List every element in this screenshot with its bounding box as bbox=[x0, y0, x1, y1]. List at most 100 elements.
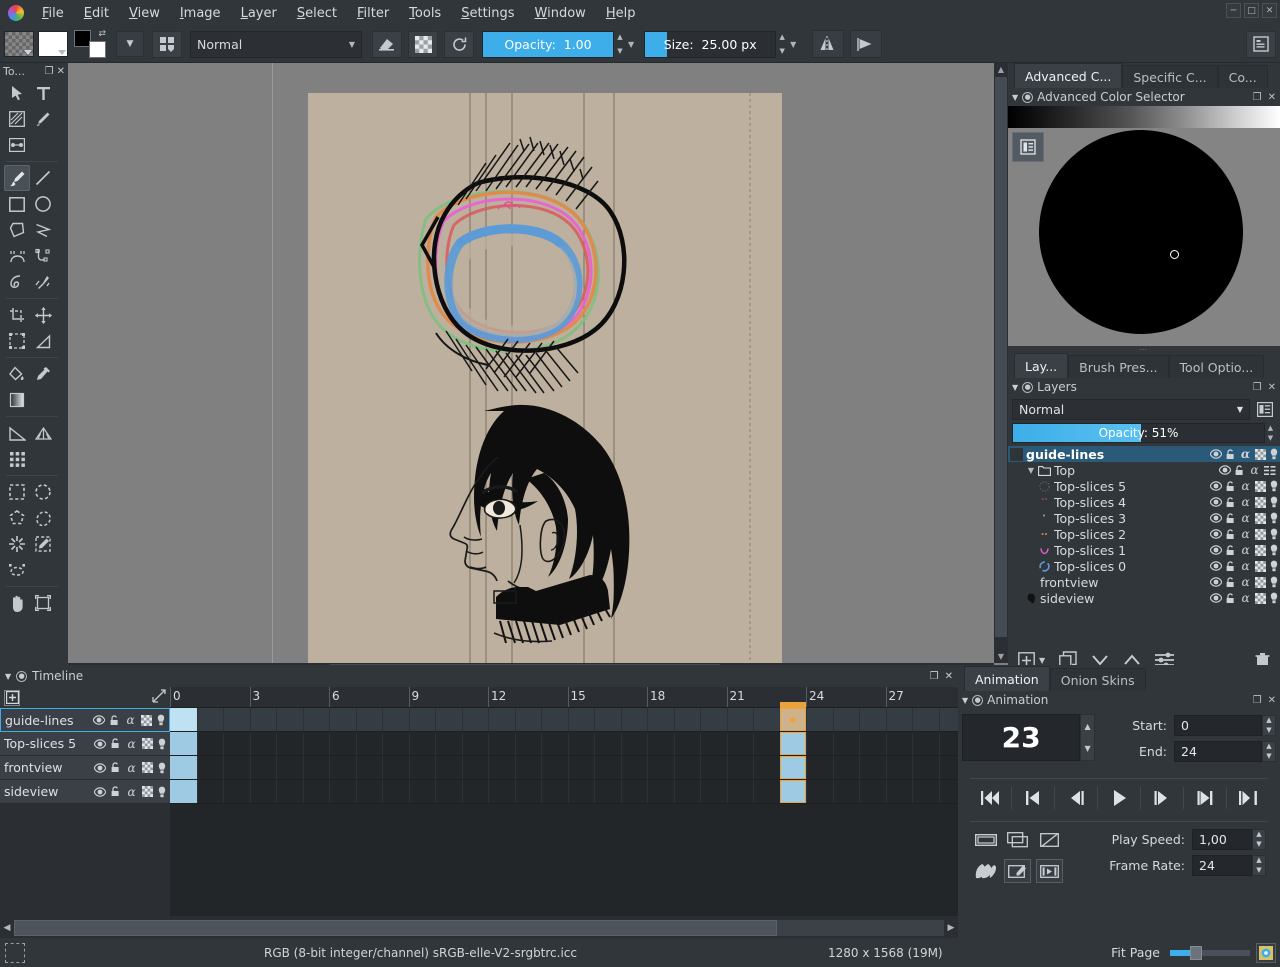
expand-triangle-icon[interactable]: ▼ bbox=[1024, 466, 1038, 475]
alpha-checkerboard-icon[interactable] bbox=[1254, 560, 1267, 573]
lock-icon[interactable] bbox=[1224, 496, 1237, 509]
visibility-eye-icon[interactable] bbox=[92, 714, 105, 727]
scroll-down-icon[interactable]: ▼ bbox=[994, 650, 1008, 663]
play-pause-button[interactable] bbox=[1105, 786, 1133, 810]
keyframe-cell[interactable] bbox=[780, 756, 807, 779]
size-dropdown-icon[interactable]: ▼ bbox=[790, 40, 796, 49]
tool-zoom[interactable] bbox=[30, 590, 56, 616]
tool-grid[interactable] bbox=[4, 446, 30, 472]
visibility-eye-icon[interactable] bbox=[1209, 448, 1222, 461]
tool-freehand-path[interactable] bbox=[30, 243, 56, 269]
tool-assistant[interactable] bbox=[4, 420, 30, 446]
visibility-eye-icon[interactable] bbox=[1209, 544, 1222, 557]
alpha-inherit-icon[interactable]: α bbox=[1239, 480, 1252, 493]
copy-frame-icon[interactable] bbox=[1036, 859, 1063, 883]
canvas-area[interactable] bbox=[68, 63, 1008, 675]
collapse-triangle-icon[interactable]: ▼ bbox=[1012, 93, 1018, 102]
timeline-row-label[interactable]: Top-slices 5α bbox=[0, 732, 170, 756]
visibility-eye-icon[interactable] bbox=[1218, 464, 1231, 477]
end-frame-input[interactable]: 24 bbox=[1174, 741, 1262, 762]
alpha-checkerboard-icon[interactable] bbox=[141, 737, 154, 750]
opacity-spinner[interactable]: ▲▼ bbox=[614, 31, 626, 58]
layer-row[interactable]: Top-slices 4α bbox=[1008, 494, 1280, 510]
lock-icon[interactable] bbox=[1224, 512, 1237, 525]
layer-row[interactable]: ▼Topα bbox=[1008, 462, 1280, 478]
timeline-frame-row[interactable] bbox=[170, 732, 958, 756]
previous-keyframe-button[interactable] bbox=[1019, 786, 1047, 810]
zoom-slider[interactable] bbox=[1170, 950, 1250, 956]
onion-skin-icon[interactable] bbox=[1269, 480, 1278, 493]
alpha-checkerboard-icon[interactable] bbox=[1254, 496, 1267, 509]
size-slider[interactable]: Size: 25.00 px bbox=[644, 31, 776, 58]
canvas-vertical-scrollbar[interactable]: ▲ ▼ bbox=[994, 63, 1008, 663]
tool-transform-mask[interactable] bbox=[4, 328, 30, 354]
float-icon[interactable]: ❐ bbox=[45, 66, 54, 77]
tool-multibrush[interactable] bbox=[30, 269, 56, 295]
gradient-chooser[interactable] bbox=[4, 31, 34, 57]
add-blank-frame-icon[interactable] bbox=[1004, 828, 1031, 852]
tool-rectangle[interactable] bbox=[4, 191, 30, 217]
onion-skin-icon[interactable] bbox=[1269, 576, 1278, 589]
layer-opacity-slider[interactable]: Opacity: 51% bbox=[1012, 423, 1265, 443]
frame-rate-input[interactable]: 24 bbox=[1192, 855, 1252, 876]
onion-skin-icon[interactable] bbox=[1269, 592, 1278, 605]
layer-row[interactable]: Top-slices 5α bbox=[1008, 478, 1280, 494]
visibility-eye-icon[interactable] bbox=[1209, 560, 1222, 573]
layer-opacity-spinner[interactable]: ▲▼ bbox=[1265, 423, 1276, 443]
lock-icon[interactable] bbox=[109, 761, 122, 774]
layer-row[interactable]: frontviewα bbox=[1008, 574, 1280, 590]
timeline-horizontal-scrollbar[interactable]: ◀ ▶ bbox=[0, 918, 958, 938]
eraser-mode-button[interactable] bbox=[372, 31, 402, 58]
close-button[interactable]: ✕ bbox=[1262, 3, 1277, 18]
tool-freehand-select[interactable] bbox=[30, 505, 56, 531]
alpha-checkerboard-icon[interactable] bbox=[1254, 576, 1267, 589]
alpha-inherit-icon[interactable]: α bbox=[1239, 560, 1252, 573]
layer-row[interactable]: sideviewα bbox=[1008, 590, 1280, 606]
keyframe-cell[interactable] bbox=[170, 708, 197, 731]
current-frame-display[interactable]: 23 bbox=[962, 714, 1080, 761]
pattern-chooser[interactable] bbox=[38, 31, 68, 57]
minimize-button[interactable]: ─ bbox=[1226, 3, 1241, 18]
tool-ellipse[interactable] bbox=[30, 191, 56, 217]
menu-window[interactable]: Window bbox=[525, 2, 596, 25]
timeline-scroll-thumb[interactable] bbox=[14, 920, 777, 936]
menu-file[interactable]: File bbox=[32, 2, 74, 25]
tool-similar-color-select[interactable] bbox=[30, 531, 56, 557]
close-icon[interactable]: ✕ bbox=[1268, 695, 1276, 706]
visibility-eye-icon[interactable] bbox=[93, 761, 106, 774]
skip-to-first-frame-button[interactable] bbox=[976, 786, 1004, 810]
play-speed-input[interactable]: 1,00 bbox=[1192, 829, 1252, 850]
tool-rectangular-select[interactable] bbox=[4, 479, 30, 505]
tab-onion-skins[interactable]: Onion Skins bbox=[1050, 668, 1146, 691]
onion-skin-icon[interactable] bbox=[1269, 560, 1278, 573]
opacity-dropdown-icon[interactable]: ▼ bbox=[628, 40, 634, 49]
tool-bezier-curve[interactable] bbox=[4, 243, 30, 269]
menu-view[interactable]: View bbox=[119, 2, 170, 25]
lock-icon[interactable] bbox=[1233, 464, 1246, 477]
visibility-eye-icon[interactable] bbox=[1209, 480, 1222, 493]
alpha-checkerboard-icon[interactable] bbox=[141, 785, 154, 798]
color-cursor[interactable] bbox=[1170, 250, 1179, 259]
tab-co[interactable]: Co... bbox=[1218, 65, 1268, 88]
alpha-inherit-icon[interactable]: α bbox=[1239, 528, 1252, 541]
onion-skin-icon[interactable] bbox=[157, 737, 166, 750]
alpha-inherit-icon[interactable]: α bbox=[125, 737, 138, 750]
tab-specific-c[interactable]: Specific C... bbox=[1122, 65, 1217, 88]
layer-blend-mode-combobox[interactable]: Normal ▼ bbox=[1012, 399, 1250, 420]
opacity-slider-group[interactable]: Opacity: 1.00 ▲▼ ▼ bbox=[482, 31, 634, 58]
current-frame-spinner[interactable]: ▲▼ bbox=[1080, 714, 1095, 761]
timeline-frame-row[interactable] bbox=[170, 708, 958, 732]
mirror-vertical-button[interactable] bbox=[850, 30, 882, 58]
tool-measure[interactable] bbox=[30, 328, 56, 354]
start-frame-spinner[interactable]: ▲▼ bbox=[1262, 715, 1276, 736]
tab-animation[interactable]: Animation bbox=[964, 666, 1050, 691]
lock-icon[interactable] bbox=[1224, 528, 1237, 541]
collapse-triangle-icon[interactable]: ▼ bbox=[1012, 383, 1018, 392]
selection-mask-icon[interactable] bbox=[5, 943, 25, 963]
add-layer-dropdown-icon[interactable]: ▼ bbox=[1039, 656, 1045, 665]
tool-gradient[interactable] bbox=[4, 387, 30, 413]
scroll-left-icon[interactable]: ◀ bbox=[0, 923, 14, 933]
menu-settings[interactable]: Settings bbox=[451, 2, 524, 25]
visibility-eye-icon[interactable] bbox=[1209, 512, 1222, 525]
collapse-triangle-icon[interactable]: ▼ bbox=[5, 672, 11, 681]
